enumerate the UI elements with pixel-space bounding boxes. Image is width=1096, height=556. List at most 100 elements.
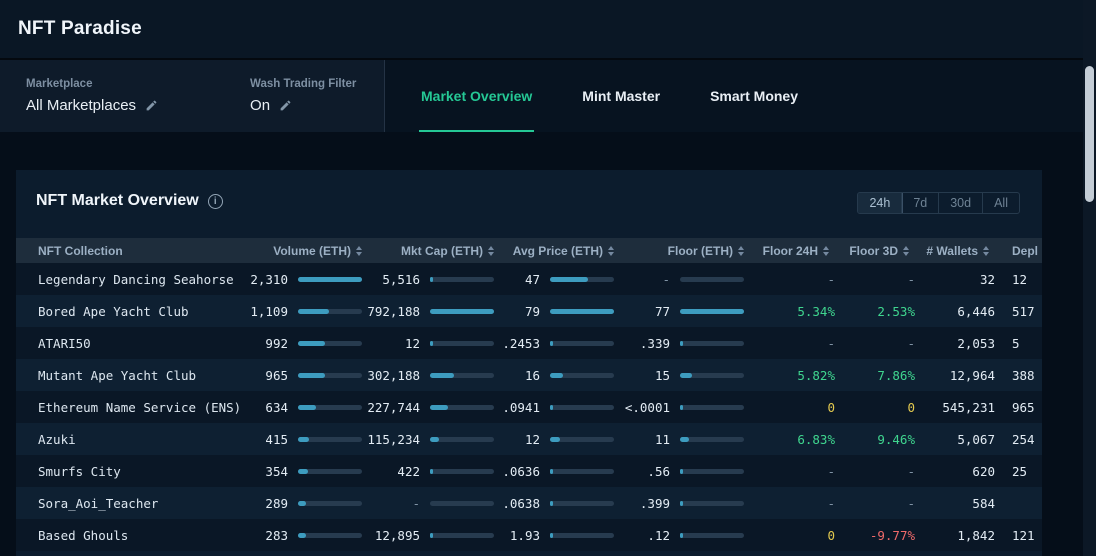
volume-cell: 992: [250, 327, 374, 359]
floor-cell: 15: [626, 359, 756, 391]
column-header-volume-eth[interactable]: Volume (ETH): [250, 238, 374, 263]
floor-24h-cell: -: [827, 271, 835, 287]
floor-24h-cell: -: [827, 335, 835, 351]
floor-24h-cell: 0: [827, 527, 835, 543]
wash-trading-filter: Wash Trading Filter On: [250, 60, 356, 132]
wallets-cell: 5,067: [957, 431, 995, 447]
avg-price-cell: 79: [506, 295, 626, 327]
floor-cell: .399: [626, 487, 756, 519]
avg-price-cell: 1.93: [506, 519, 626, 551]
table-row[interactable]: ATARI50 992 12.2453.339 - - 2,053 5: [16, 327, 1042, 359]
scrollbar-thumb[interactable]: [1085, 66, 1094, 202]
depl-cell: [1001, 487, 1042, 519]
time-range-selector: 24h 7d 30d All: [857, 192, 1020, 214]
info-icon[interactable]: [207, 193, 223, 209]
floor-3d-cell: -: [907, 463, 915, 479]
column-header-floor-3d[interactable]: Floor 3D: [841, 238, 921, 263]
collection-name: Ethereum Name Service (ENS): [38, 399, 242, 415]
marketplace-filter-value[interactable]: All Marketplaces: [26, 97, 158, 114]
value-bar: [430, 500, 494, 506]
collection-name: ATARI50: [38, 335, 91, 351]
time-range-30d[interactable]: 30d: [939, 193, 984, 213]
floor-3d-cell: 2.53%: [877, 303, 915, 319]
avg-price-cell: 47: [506, 263, 626, 295]
volume-cell: 283: [250, 519, 374, 551]
mkt-cap-cell: 227,744: [367, 391, 506, 423]
tab-mint-master[interactable]: Mint Master: [580, 60, 662, 132]
sort-icon: [738, 245, 744, 256]
floor-24h-cell: 0: [827, 399, 835, 415]
wallets-cell: 2,053: [957, 335, 995, 351]
wallets-cell: 1,842: [957, 527, 995, 543]
floor-cell: .56: [626, 455, 756, 487]
value-bar: [680, 372, 744, 378]
column-header-depl[interactable]: Depl: [1001, 238, 1042, 263]
floor-3d-cell: 9.46%: [877, 431, 915, 447]
value-bar: [680, 500, 744, 506]
table-row[interactable]: Smurfs City 354 422.0636.56 - - 620 25: [16, 455, 1042, 487]
floor-cell: .12: [626, 519, 756, 551]
table-row[interactable]: Sora_Aoi_Teacher 289- .0638.399- -584: [16, 487, 1042, 519]
edit-icon[interactable]: [145, 99, 158, 112]
floor-3d-cell: -: [907, 495, 915, 511]
sort-icon: [903, 245, 909, 256]
column-header-avg-price-eth[interactable]: Avg Price (ETH): [506, 238, 626, 263]
avg-price-cell: 12: [506, 423, 626, 455]
panel-header: NFT Market Overview 24h7d30dAll: [16, 170, 1042, 238]
floor-24h-cell: -: [827, 463, 835, 479]
table-row[interactable]: Legendary Dancing Seahorse 2,310 5,516 47- -…: [16, 263, 1042, 295]
mkt-cap-cell: -: [374, 487, 506, 519]
time-range-all[interactable]: All: [983, 193, 1019, 213]
time-range-7d[interactable]: 7d: [902, 193, 940, 213]
avg-price-cell: .0636: [502, 455, 626, 487]
depl-cell: 388: [1012, 367, 1035, 383]
collection-name: Based Ghouls: [38, 527, 129, 543]
value-bar: [550, 372, 614, 378]
avg-price-cell: .0941: [502, 391, 626, 423]
volume-cell: 354: [250, 455, 374, 487]
collection-name: Azuki: [38, 431, 76, 447]
table-row[interactable]: Ethereum Name Service (ENS) 634 227,744.09…: [16, 391, 1042, 423]
column-header-floor-eth[interactable]: Floor (ETH): [626, 238, 756, 263]
scrollbar[interactable]: [1083, 0, 1096, 556]
marketplace-filter: Marketplace All Marketplaces: [26, 60, 158, 132]
value-bar: [550, 468, 614, 474]
value-bar: [430, 308, 494, 314]
table-row[interactable]: Bored Ape Yacht Club 1,109 792,188 79 77 5.34…: [16, 295, 1042, 327]
filters-section: Marketplace All Marketplaces Wash Tradin…: [0, 60, 385, 132]
sort-icon: [608, 245, 614, 256]
floor-24h-cell: -: [827, 495, 835, 511]
column-header-mkt-cap-eth[interactable]: Mkt Cap (ETH): [374, 238, 506, 263]
volume-cell: 634: [250, 391, 374, 423]
value-bar: [430, 532, 494, 538]
floor-24h-cell: 5.34%: [797, 303, 835, 319]
wash-trading-filter-value[interactable]: On: [250, 97, 356, 114]
floor-cell: 11: [626, 423, 756, 455]
column-header-floor-24h[interactable]: Floor 24H: [756, 238, 841, 263]
tab-smart-money[interactable]: Smart Money: [708, 60, 800, 132]
table-row[interactable]: Mutant Ape Yacht Club 965 302,188 16 15 5.82%…: [16, 359, 1042, 391]
market-overview-panel: NFT Market Overview 24h7d30dAll NFT Coll…: [16, 170, 1042, 556]
column-header-wallets[interactable]: # Wallets: [921, 238, 1001, 263]
value-bar: [550, 404, 614, 410]
mkt-cap-cell: 115,234: [367, 423, 506, 455]
time-range-24h[interactable]: 24h: [858, 193, 904, 213]
panel-title: NFT Market Overview: [36, 192, 223, 210]
nft-table: NFT Collection Volume (ETH) Mkt Cap (ETH) A…: [16, 238, 1042, 551]
collection-name: Smurfs City: [38, 463, 121, 479]
value-bar: [430, 340, 494, 346]
table-row[interactable]: Based Ghouls 283 12,895 1.93.12 0 -9.77% 1,842…: [16, 519, 1042, 551]
table-body: Legendary Dancing Seahorse 2,310 5,516 47- -…: [16, 263, 1042, 551]
edit-icon[interactable]: [279, 99, 292, 112]
wallets-cell: 12,964: [949, 367, 995, 383]
collection-name: Bored Ape Yacht Club: [38, 303, 189, 319]
floor-cell: <.0001: [625, 391, 756, 423]
volume-cell: 965: [250, 359, 374, 391]
tab-market-overview[interactable]: Market Overview: [419, 60, 535, 132]
value-bar: [298, 308, 362, 314]
value-bar: [550, 500, 614, 506]
volume-cell: 289: [250, 487, 374, 519]
collection-name: Mutant Ape Yacht Club: [38, 367, 197, 383]
tab-bar: Market Overview Mint Master Smart Money: [385, 60, 1096, 132]
table-row[interactable]: Azuki 415 115,234 12 11 6.83% 9.46% 5,067 254: [16, 423, 1042, 455]
